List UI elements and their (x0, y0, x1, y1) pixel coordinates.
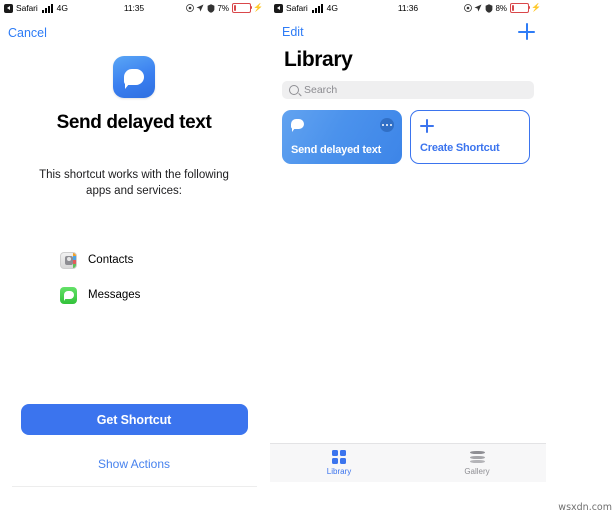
supported-apps-list: Contacts Messages (0, 251, 268, 304)
contacts-person-glyph (64, 255, 73, 265)
left-status-bar: Safari 4G 11:35 7% ⚡ (0, 0, 268, 15)
app-name-label: Contacts (88, 254, 134, 267)
search-placeholder-label: Search (304, 84, 338, 96)
battery-icon (509, 3, 531, 13)
shortcut-description: This shortcut works with the following a… (39, 169, 229, 198)
shortcut-card-send-delayed-text[interactable]: Send delayed text (282, 110, 402, 164)
list-item: Contacts (60, 251, 268, 269)
battery-icon (231, 3, 253, 13)
show-actions-button[interactable]: Show Actions (0, 456, 268, 472)
plus-icon (420, 119, 434, 133)
get-shortcut-button[interactable]: Get Shortcut (20, 404, 248, 435)
watermark: wsxdn.com (558, 502, 612, 513)
right-status-bar: Safari 4G 11:36 8% ⚡ (270, 0, 546, 15)
shortcut-card-title: Send delayed text (291, 144, 382, 156)
message-bubble-icon (113, 56, 155, 98)
create-shortcut-card[interactable]: Create Shortcut (410, 110, 530, 164)
edit-button[interactable]: Edit (282, 25, 304, 39)
status-bar-clock: 11:35 (123, 3, 145, 13)
plus-icon[interactable] (518, 23, 535, 40)
tab-label: Gallery (464, 467, 490, 476)
tab-gallery[interactable]: Gallery (408, 444, 546, 482)
cancel-button[interactable]: Cancel (8, 26, 47, 40)
search-input[interactable]: Search (282, 81, 534, 99)
messages-app-icon (60, 286, 77, 304)
left-nav-bar: Cancel (0, 15, 268, 42)
shortcut-card-grid: Send delayed text Create Shortcut (270, 99, 546, 164)
status-bar-clock: 11:36 (397, 3, 419, 13)
dual-screen-container: Safari 4G 11:35 7% ⚡ Cancel Send delayed… (0, 0, 616, 515)
message-bubble-icon (291, 119, 304, 132)
app-name-label: Messages (88, 289, 141, 302)
list-item: Messages (60, 286, 268, 304)
right-phone-screen: Safari 4G 11:36 8% ⚡ Edit Library Search (270, 0, 546, 515)
messages-bubble-glyph (63, 291, 74, 302)
create-shortcut-label: Create Shortcut (420, 142, 500, 154)
contacts-tabs-glyph (73, 252, 76, 268)
ellipsis-icon[interactable] (380, 118, 394, 132)
stack-icon (469, 450, 485, 464)
tab-label: Library (326, 467, 352, 476)
footer-divider (11, 486, 257, 487)
contacts-app-icon (60, 251, 77, 269)
left-phone-screen: Safari 4G 11:35 7% ⚡ Cancel Send delayed… (0, 0, 268, 515)
tab-library[interactable]: Library (270, 444, 408, 482)
right-nav-bar: Edit (270, 15, 546, 40)
page-title: Library (284, 48, 353, 71)
search-icon (289, 85, 299, 95)
shortcut-title: Send delayed text (56, 112, 212, 133)
bubble-shape (124, 69, 144, 89)
bottom-tab-bar: Library Gallery (270, 443, 546, 482)
left-footer-actions: Get Shortcut Show Actions (0, 404, 268, 487)
grid-icon (332, 450, 346, 464)
shortcut-hero-section: Send delayed text This shortcut works wi… (0, 42, 268, 200)
